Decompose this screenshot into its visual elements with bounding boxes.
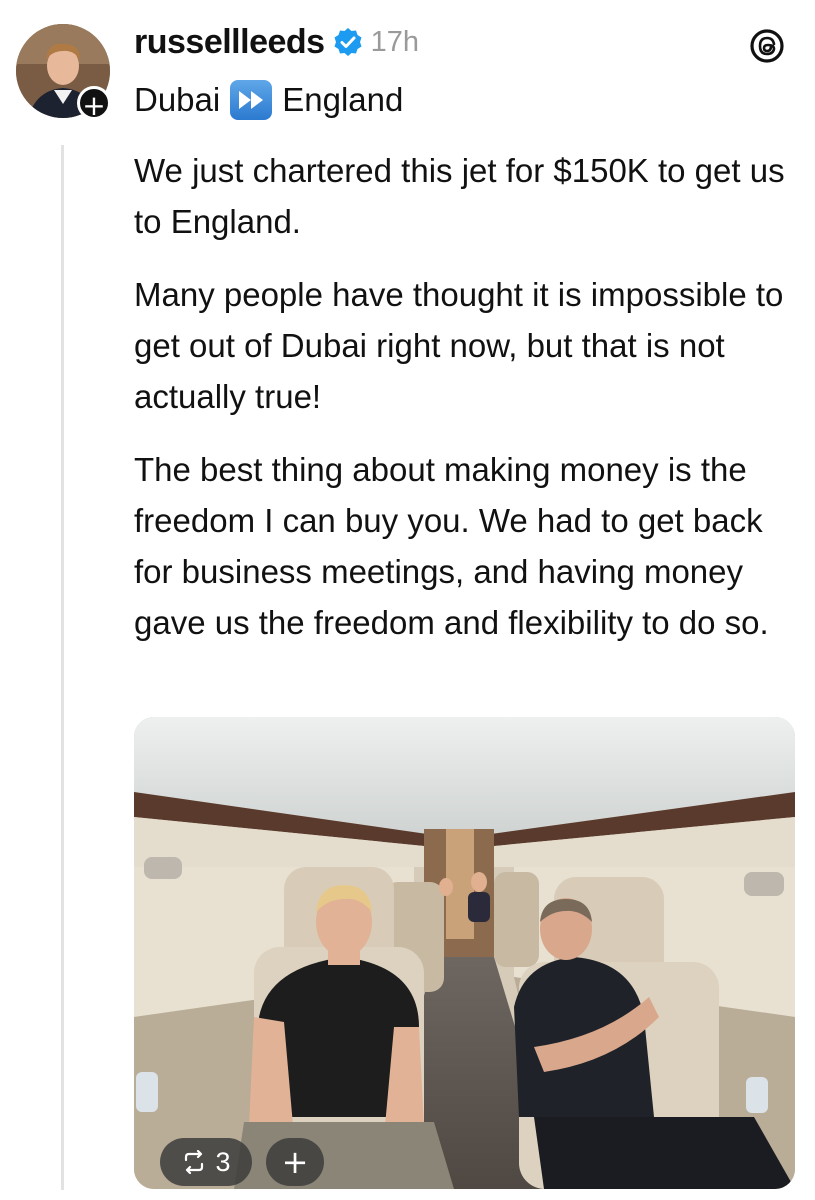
thread-line <box>61 145 64 1190</box>
post-time: 17h <box>370 25 419 58</box>
post-header: russellleeds 17h <box>134 20 419 64</box>
threads-logo-icon[interactable] <box>748 27 786 65</box>
post-paragraph: We just chartered this jet for $150K to … <box>134 152 785 240</box>
add-button[interactable]: + <box>266 1138 324 1186</box>
location-from: Dubai <box>134 81 221 118</box>
fast-forward-icon <box>230 80 273 120</box>
follow-button[interactable]: + <box>77 86 111 122</box>
post-body: We just chartered this jet for $150K to … <box>134 145 804 670</box>
post-paragraph: The best thing about making money is the… <box>134 451 769 641</box>
location-to: England <box>282 81 404 118</box>
location-line: Dubai England <box>134 78 403 122</box>
verified-badge-icon <box>334 28 362 56</box>
repost-button[interactable]: 3 <box>160 1138 252 1186</box>
post-paragraph: Many people have thought it is impossibl… <box>134 276 784 415</box>
repost-count: 3 <box>215 1146 231 1177</box>
username[interactable]: russellleeds <box>134 23 325 62</box>
repost-icon <box>185 1150 204 1174</box>
post-photo[interactable] <box>134 717 795 1189</box>
jet-cabin-photo <box>134 717 795 1189</box>
